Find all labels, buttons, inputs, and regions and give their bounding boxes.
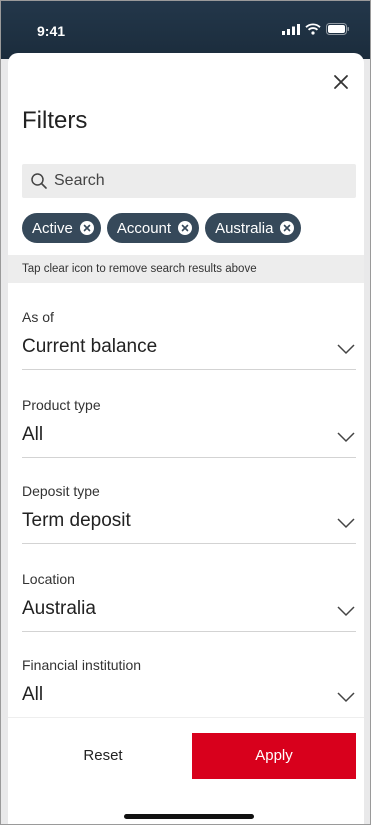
apply-button[interactable]: Apply — [192, 733, 356, 779]
search-input[interactable] — [54, 172, 334, 190]
filter-chips: Active Account Australia — [22, 213, 302, 243]
clear-chip-button[interactable] — [79, 221, 94, 235]
financial-institution-dropdown[interactable]: Financial institution All — [22, 657, 356, 717]
battery-icon — [326, 23, 349, 35]
field-label: Financial institution — [22, 657, 142, 673]
field-value: Australia — [22, 598, 96, 619]
filters-sheet: Filters Active Account Aust — [8, 53, 364, 824]
chip-label: Account — [116, 219, 172, 237]
clear-icon — [284, 224, 291, 232]
reset-button[interactable]: Reset — [28, 733, 178, 779]
chevron-down-icon — [337, 344, 355, 355]
field-label: Product type — [22, 397, 101, 413]
close-button[interactable] — [330, 71, 352, 93]
field-label: Location — [22, 571, 75, 587]
field-label: Deposit type — [22, 483, 100, 499]
clear-icon — [181, 224, 189, 232]
close-icon — [334, 75, 348, 89]
filter-chip[interactable]: Australia — [205, 213, 302, 243]
as-of-dropdown[interactable]: As of Current balance — [22, 309, 356, 370]
filter-chip[interactable]: Active — [22, 213, 101, 243]
chevron-down-icon — [337, 692, 355, 703]
location-dropdown[interactable]: Location Australia — [22, 571, 356, 632]
chip-label: Active — [32, 219, 73, 237]
deposit-type-dropdown[interactable]: Deposit type Term deposit — [22, 483, 356, 544]
status-time: 9:41 — [37, 23, 66, 39]
clear-chip-button[interactable] — [280, 221, 295, 235]
field-value: All — [22, 424, 44, 445]
field-label: As of — [22, 309, 54, 325]
chevron-down-icon — [337, 518, 355, 529]
field-value: Current balance — [22, 336, 158, 357]
chevron-down-icon — [337, 606, 355, 617]
product-type-dropdown[interactable]: Product type All — [22, 397, 356, 458]
status-bar: 9:41 — [1, 1, 370, 59]
clear-chip-button[interactable] — [178, 221, 193, 235]
search-bar[interactable] — [22, 164, 356, 198]
filter-chip[interactable]: Account — [106, 213, 200, 243]
cellular-signal-icon — [282, 23, 300, 35]
divider — [8, 717, 364, 718]
chip-label: Australia — [215, 219, 274, 237]
page-title: Filters — [22, 107, 88, 134]
hint-text: Tap clear icon to remove search results … — [8, 255, 364, 283]
wifi-icon — [305, 23, 321, 35]
clear-icon — [83, 224, 91, 232]
status-icons — [282, 23, 350, 35]
field-value: All — [22, 684, 44, 705]
phone-frame: 9:41 Filters Search Active Account Austr… — [0, 0, 371, 825]
search-icon — [31, 173, 47, 189]
chevron-down-icon — [337, 432, 355, 443]
home-indicator — [124, 814, 254, 819]
field-value: Term deposit — [22, 510, 131, 531]
footer-actions: Reset Apply — [8, 717, 364, 824]
